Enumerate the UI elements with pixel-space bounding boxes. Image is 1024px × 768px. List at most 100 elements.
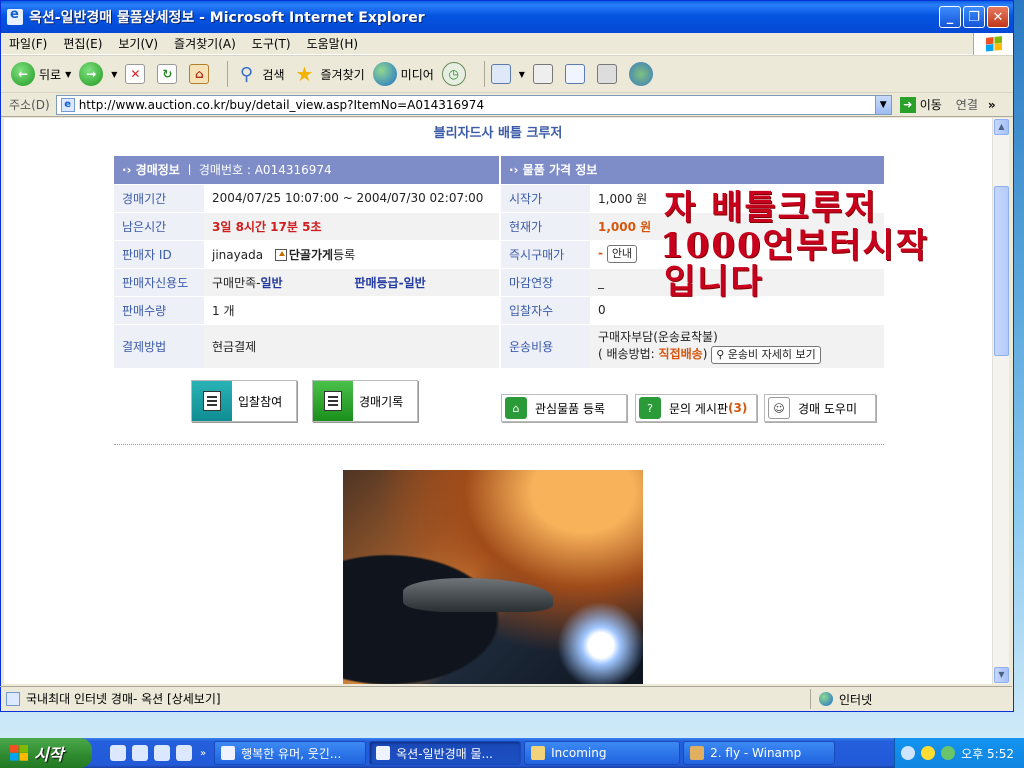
windows-logo-icon [973,33,1013,55]
print-button[interactable] [532,64,557,84]
system-tray: 오후 5:52 [894,738,1024,768]
bid-document-icon [192,381,232,421]
quicklaunch-icon[interactable] [132,745,148,761]
auction-no-label: ㅣ 경매번호 : [184,163,255,178]
toolbar-separator [227,61,229,87]
price-info-title: ·› 물품 가격 정보 [509,163,598,178]
taskbar-item-winamp[interactable]: 2. fly - Winamp [683,741,836,765]
favorites-button[interactable]: ★ 즐겨찾기 [293,62,365,86]
toolbar-overflow-icon[interactable]: » [988,98,996,112]
shipping-detail-button[interactable]: ⚲ 운송비 자세히 보기 [711,345,821,364]
remaining-time-value: 3일 8시간 17분 5초 [212,219,322,234]
maximize-button[interactable]: ❐ [963,6,985,28]
ie-icon [221,746,236,760]
start-button[interactable]: 시작 [0,738,92,768]
history-document-icon [313,381,353,421]
taskbar-item-incoming[interactable]: Incoming [524,741,681,765]
shipping-cost-label: 운송비용 [499,324,590,369]
go-arrow-icon: ➜ [899,96,916,113]
links-label[interactable]: 연결 [956,96,978,113]
messenger-tray-icon[interactable] [921,746,936,760]
buy-satisfaction-label: 구매만족- [212,275,261,290]
refresh-button[interactable]: ↻ [157,64,181,84]
inquiry-board-label: 문의 게시판 [669,401,729,416]
menu-favorites[interactable]: 즐겨찾기(A) [174,35,236,52]
seller-id-label: 판매자 ID [114,240,204,269]
price-info-header: ·› 물품 가격 정보 [499,156,884,185]
home-icon: ⌂ [189,64,210,84]
menu-edit[interactable]: 편집(E) [63,35,102,52]
address-bar: 주소(D) e http://www.auction.co.kr/buy/det… [1,93,1013,117]
overlay-text-line-1: 자 배틀크루저 [664,188,878,228]
media-button[interactable]: 미디어 [372,62,434,86]
search-button[interactable]: ⚲ 검색 [234,62,285,86]
close-button[interactable]: ✕ [987,6,1009,28]
tray-app-icon[interactable] [941,746,956,760]
printer-icon [532,64,553,84]
quicklaunch-ie-icon[interactable] [154,745,170,761]
taskbar-item-auction[interactable]: 옥션-일반경매 물... [369,741,522,765]
address-input[interactable]: e http://www.auction.co.kr/buy/detail_vi… [55,94,892,115]
item-title: 블리자드사 배틀 크루저 [433,126,563,141]
house-icon: ⌂ [505,397,527,419]
favorite-shop-link[interactable]: 단골가게 [289,248,333,262]
sale-grade-value[interactable]: 일반 [404,276,426,290]
go-button[interactable]: ➜ 이동 [899,96,942,113]
search-label: 검색 [262,67,285,82]
inquiry-board-button[interactable]: ? 문의 게시판 (3) [635,394,757,422]
scroll-down-icon[interactable]: ▼ [994,667,1009,683]
guide-button[interactable]: 안내 [606,245,638,263]
upload-icon [274,248,287,261]
table-row: 결제방법 현금결제 운송비용 구매자부담(운송료착불) ( 배송방법: 직접배송… [114,324,884,369]
chevron-down-icon[interactable]: ▼ [519,70,525,79]
menu-file[interactable]: 파일(F) [9,35,47,52]
quicklaunch-icon[interactable] [176,745,192,761]
bid-button[interactable]: 입찰참여 [191,380,297,422]
history-button[interactable]: ◷ [441,62,470,86]
tray-expand-icon[interactable] [901,746,916,760]
minimize-button[interactable]: _ [939,6,961,28]
delivery-method-label: ( 배송방법: [598,346,655,361]
standard-toolbar: ← 뒤로 ▼ → ▼ ✕ ↻ ⌂ ⚲ 검색 ★ 즐겨찾기 미디어 ◷ ▼ [1,55,1013,93]
edit-page-icon [564,64,585,84]
register-link[interactable]: 등록 [333,248,355,262]
menu-view[interactable]: 보기(V) [118,35,158,52]
menu-tools[interactable]: 도구(T) [252,35,291,52]
task-label: 행복한 유머, 웃긴... [241,746,342,761]
quicklaunch-overflow-icon[interactable]: » [200,748,206,759]
seller-id-link[interactable]: jinayada [212,248,263,262]
menu-help[interactable]: 도움말(H) [307,35,359,52]
current-price-label: 현재가 [499,212,590,241]
taskbar: 시작 » 행복한 유머, 웃긴... 옥션-일반경매 물... Incoming… [0,738,1024,768]
scroll-up-icon[interactable]: ▲ [994,119,1009,135]
edit-button[interactable] [564,64,589,84]
clock[interactable]: 오후 5:52 [961,745,1014,762]
chevron-down-icon[interactable]: ▼ [65,70,71,79]
watchlist-button[interactable]: ⌂ 관심물품 등록 [501,394,627,422]
item-image [343,470,643,684]
remaining-time-label: 남은시간 [114,212,204,241]
quicklaunch-icon[interactable] [110,745,126,761]
mail-button[interactable]: ▼ [490,64,525,84]
auction-helper-button[interactable]: ☺ 경매 도우미 [764,394,876,422]
taskbar-item-humor[interactable]: 행복한 유머, 웃긴... [214,741,367,765]
messenger-button[interactable] [628,62,657,86]
home-button[interactable]: ⌂ [189,64,213,84]
stop-button[interactable]: ✕ [125,64,149,84]
address-dropdown-icon[interactable]: ▼ [874,95,891,114]
refresh-icon: ↻ [157,64,178,84]
buy-satisfaction-value[interactable]: 일반 [261,276,283,290]
windows-flag-icon [10,745,28,761]
forward-button[interactable]: → ▼ [79,62,117,86]
scroll-thumb[interactable] [994,186,1009,356]
back-button[interactable]: ← 뒤로 ▼ [11,62,71,86]
auction-history-button[interactable]: 경매기록 [312,380,418,422]
vertical-scrollbar[interactable]: ▲ ▼ [992,118,1009,684]
security-zone: 인터넷 [810,689,872,709]
title-bar[interactable]: 옥션-일반경매 물품상세정보 - Microsoft Internet Expl… [1,1,1013,33]
chevron-down-icon[interactable]: ▼ [111,70,117,79]
start-price-label: 시작가 [499,184,590,213]
discuss-button[interactable] [596,64,621,84]
messenger-icon [628,62,653,86]
internet-globe-icon [819,692,833,706]
